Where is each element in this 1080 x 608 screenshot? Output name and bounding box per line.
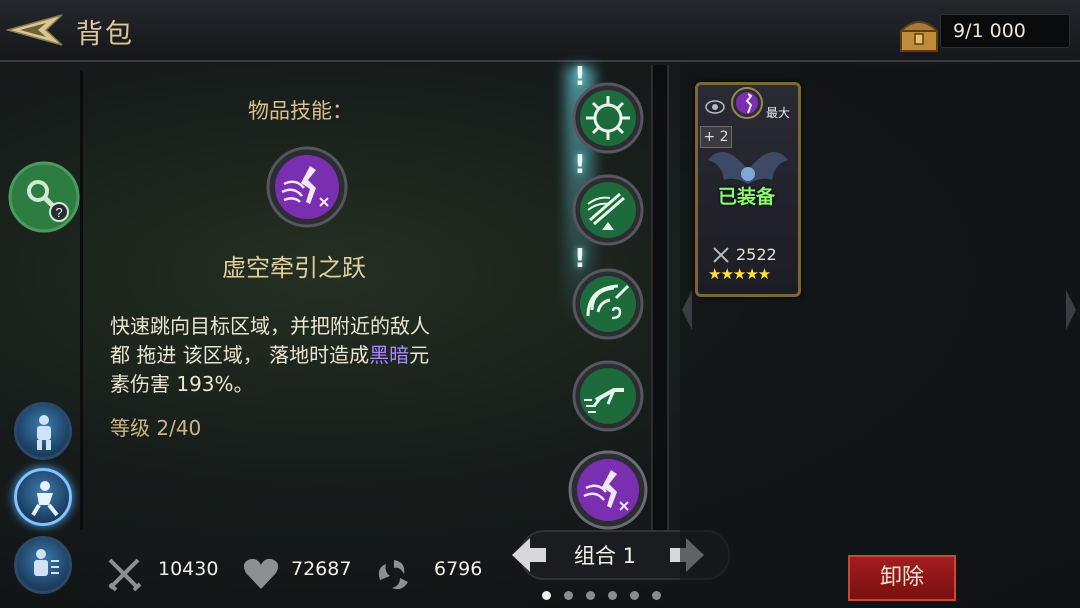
item-max-label: 最大 — [766, 106, 791, 120]
power-swords-icon — [713, 247, 729, 263]
character-slot-1[interactable] — [14, 402, 72, 460]
attack-value: 10430 — [158, 558, 219, 580]
damage-value: 193%。 — [176, 372, 254, 396]
skill-description: 快速跳向目标区域，并把附近的敌人 都 拖进 该区域， 落地时造成黑暗元 素伤害 … — [110, 312, 520, 399]
combo-page-dot[interactable] — [630, 591, 639, 600]
mage-icon — [34, 549, 59, 576]
assassin-icon — [31, 481, 59, 517]
crossed-swords-icon — [108, 558, 142, 592]
skill-column-rail — [651, 65, 669, 535]
void-leap-selected-skill-icon[interactable] — [568, 450, 648, 530]
spiked-ring-skill-icon[interactable] — [572, 82, 644, 154]
warrior-icon — [37, 415, 51, 450]
description-line-2: 都 拖进 该区域， 落地时造成 — [110, 343, 370, 367]
treasure-chest-icon — [900, 21, 938, 52]
dark-element-keyword: 黑暗 — [369, 343, 410, 367]
combo-page-dot[interactable] — [564, 591, 573, 600]
character-slot-3[interactable] — [14, 536, 72, 594]
item-power-value: 2522 — [736, 245, 777, 264]
skill-name: 虚空牵引之跃 — [222, 254, 366, 282]
void-leap-skill-icon — [266, 146, 348, 228]
combo-page-dot[interactable] — [608, 591, 617, 600]
combo-page-dot[interactable] — [586, 591, 595, 600]
left-divider — [80, 70, 83, 530]
character-slot-2[interactable] — [14, 468, 72, 526]
unequip-button[interactable]: 卸除 — [848, 555, 956, 601]
dash-strike-skill-icon[interactable] — [572, 360, 644, 432]
skill-level: 等级 2/40 — [110, 416, 202, 440]
item-star-rating: ★★★★★ — [708, 265, 771, 283]
key-icon[interactable]: ? — [7, 160, 81, 234]
page-title: 背包 — [76, 19, 134, 50]
eye-icon — [705, 100, 725, 114]
panel-right-arrow-icon[interactable] — [1064, 288, 1078, 332]
combo-page-dots — [542, 585, 674, 604]
back-arrow-icon[interactable] — [6, 12, 64, 48]
blade-slash-skill-icon[interactable] — [572, 174, 644, 246]
description-line-1: 快速跳向目标区域，并把附近的敌人 — [110, 314, 430, 338]
special-value: 6796 — [434, 558, 483, 580]
svg-text:?: ? — [55, 205, 62, 220]
item-skill-gem-icon — [731, 87, 763, 119]
description-line-3: 素伤害 — [110, 372, 177, 396]
description-line-2-end: 元 — [409, 343, 430, 367]
whirlwind-skill-icon[interactable] — [572, 268, 644, 340]
panel-left-arrow-icon[interactable] — [680, 288, 694, 332]
equipped-status: 已装备 — [718, 186, 776, 208]
inventory-capacity: 9/1 000 — [940, 14, 1070, 48]
combo-page-dot[interactable] — [542, 591, 551, 600]
triskelion-icon — [378, 560, 408, 590]
combo-page-dot[interactable] — [652, 591, 661, 600]
game-screen: 背包 9/1 000 ? 物品技能： 虚空牵引之跃 快速跳向目标区域，并把附近的… — [0, 0, 1080, 608]
heart-icon — [243, 558, 279, 589]
combo-label: 组合 1 — [574, 544, 637, 568]
item-skill-heading: 物品技能： — [248, 99, 353, 123]
combo-prev-arrow-icon[interactable] — [508, 534, 550, 576]
health-value: 72687 — [291, 558, 352, 580]
